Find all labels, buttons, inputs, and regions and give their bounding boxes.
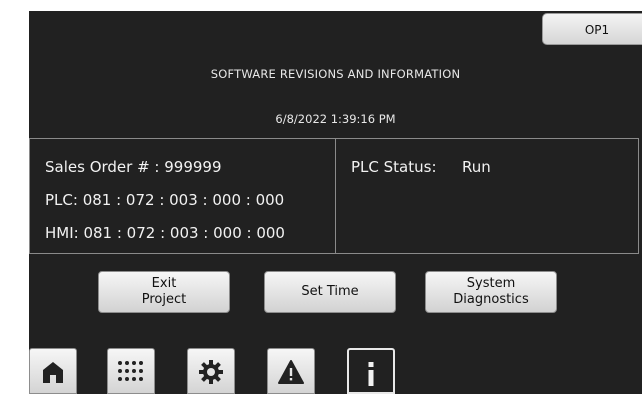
hmi-screen: OP1 SOFTWARE REVISIONS AND INFORMATION 6… <box>29 11 642 394</box>
hmi-revision-text: HMI: 081 : 072 : 003 : 000 : 000 <box>45 224 285 242</box>
nav-settings-button[interactable] <box>187 348 235 394</box>
panel-divider <box>335 139 336 253</box>
system-diagnostics-label-line2: Diagnostics <box>453 292 529 307</box>
op1-button[interactable]: OP1 <box>542 13 642 45</box>
exit-project-button[interactable]: Exit Project <box>98 271 230 313</box>
current-datetime: 6/8/2022 1:39:16 PM <box>275 112 396 126</box>
warning-icon <box>278 360 304 384</box>
home-icon <box>43 362 63 383</box>
info-panel: Sales Order # : 999999 PLC: 081 : 072 : … <box>29 138 639 254</box>
plc-status-value: Run <box>462 158 491 176</box>
nav-info-button[interactable] <box>347 348 395 394</box>
plc-revision-text: PLC: 081 : 072 : 003 : 000 : 000 <box>45 191 285 209</box>
sales-order-text: Sales Order # : 999999 <box>45 158 222 176</box>
keypad-icon <box>118 361 143 381</box>
nav-keypad-button[interactable] <box>107 348 155 394</box>
system-diagnostics-button[interactable]: System Diagnostics <box>425 271 557 313</box>
gear-icon <box>199 360 223 384</box>
set-time-button[interactable]: Set Time <box>264 271 396 313</box>
exit-project-label-line1: Exit <box>151 275 177 291</box>
system-diagnostics-label-line1: System <box>466 275 516 291</box>
info-icon <box>368 362 374 386</box>
plc-status-label: PLC Status: <box>351 158 437 176</box>
set-time-label: Set Time <box>301 283 359 299</box>
nav-alarms-button[interactable] <box>267 348 315 394</box>
page-title: SOFTWARE REVISIONS AND INFORMATION <box>210 67 461 81</box>
exit-project-label-line2: Project <box>141 292 187 307</box>
nav-home-button[interactable] <box>29 348 77 394</box>
